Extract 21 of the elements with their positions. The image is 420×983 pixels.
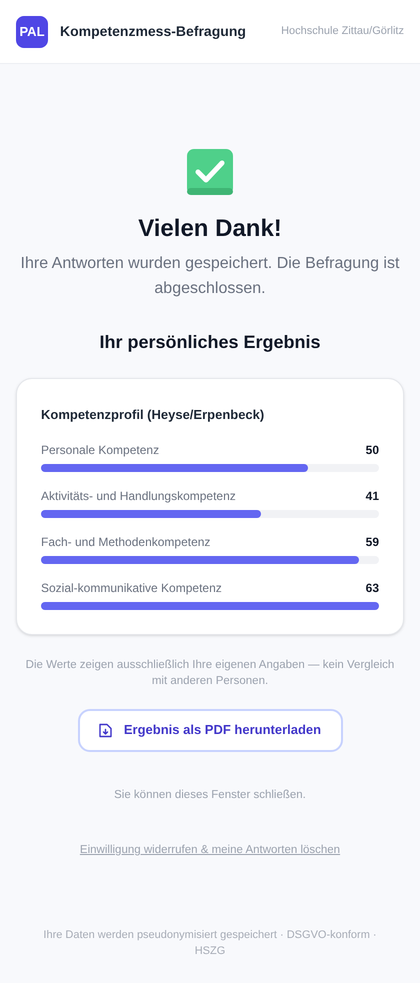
score-value: 50 [366,442,379,458]
score-value: 41 [366,488,379,504]
score-value: 63 [366,580,379,596]
score-value: 59 [366,534,379,550]
result-heading: Ihr persönliches Ergebnis [99,331,321,354]
card-title: Kompetenzprofil (Heyse/Erpenbeck) [41,406,266,424]
logo: PAL [16,16,48,48]
score-label: Personale Kompetenz [41,442,160,458]
close-hint: Sie können dieses Fenster schließen. [114,788,306,802]
file-download-icon [98,722,112,738]
check-icon [186,148,234,196]
score-label: Aktivitäts- und Handlungskompetenz [41,488,236,504]
download-button[interactable]: Ergebnis als PDF herunterladen [78,708,342,752]
thank-you-title: Vielen Dank! [138,214,282,244]
score-label: Fach- und Methodenkompetenz [41,534,210,550]
institution-name: Hochschule Zittau/Görlitz [281,24,404,40]
footer-note: Ihre Daten werden pseudonymisiert gespeichert · DSGVO-konform · HSZG [42,928,378,959]
privacy-note: Die Werte zeigen ausschließlich Ihre eigenen Angaben — kein Vergleich mit anderen Personen. [24,658,396,688]
score-label: Sozial-kommunikative Kompetenz [41,580,222,596]
confirmation-message: Ihre Antworten wurden gespeichert. Die Befragung ist abgeschlossen. [20,254,400,299]
app-title: Kompetenzmess-Befragung [60,22,246,41]
